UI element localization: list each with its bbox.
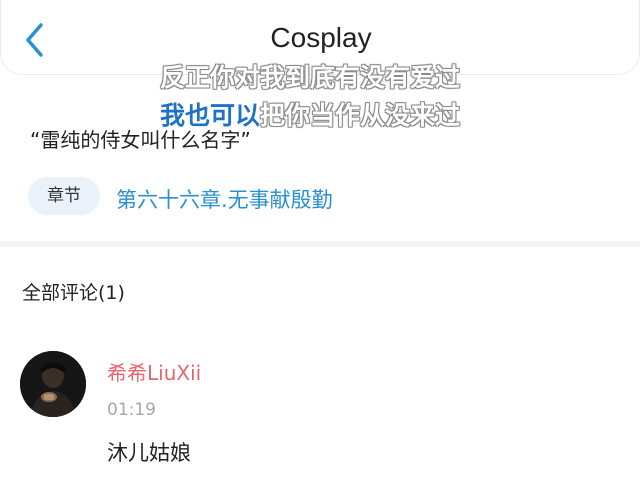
section-divider [0,241,640,247]
lyric-line-1: 反正你对我到底有没有爱过 [160,63,461,92]
comment-text: 沐儿姑娘 [107,441,191,465]
comment-username[interactable]: 希希LiuXii [107,357,201,386]
chapter-link[interactable]: 第六十六章.无事献殷勤 [116,184,333,214]
lyric-line-2-rest: 把你当作从没来过 [260,101,461,130]
page-title: Cosplay [270,22,372,53]
comment-time: 01:19 [107,400,156,420]
chapter-tag: 章节 [28,177,100,215]
user-avatar-icon [20,351,86,417]
question-text: “雷纯的侍女叫什么名字” [30,128,251,152]
comments-header: 全部评论(1) [22,282,125,304]
avatar[interactable] [20,351,86,417]
